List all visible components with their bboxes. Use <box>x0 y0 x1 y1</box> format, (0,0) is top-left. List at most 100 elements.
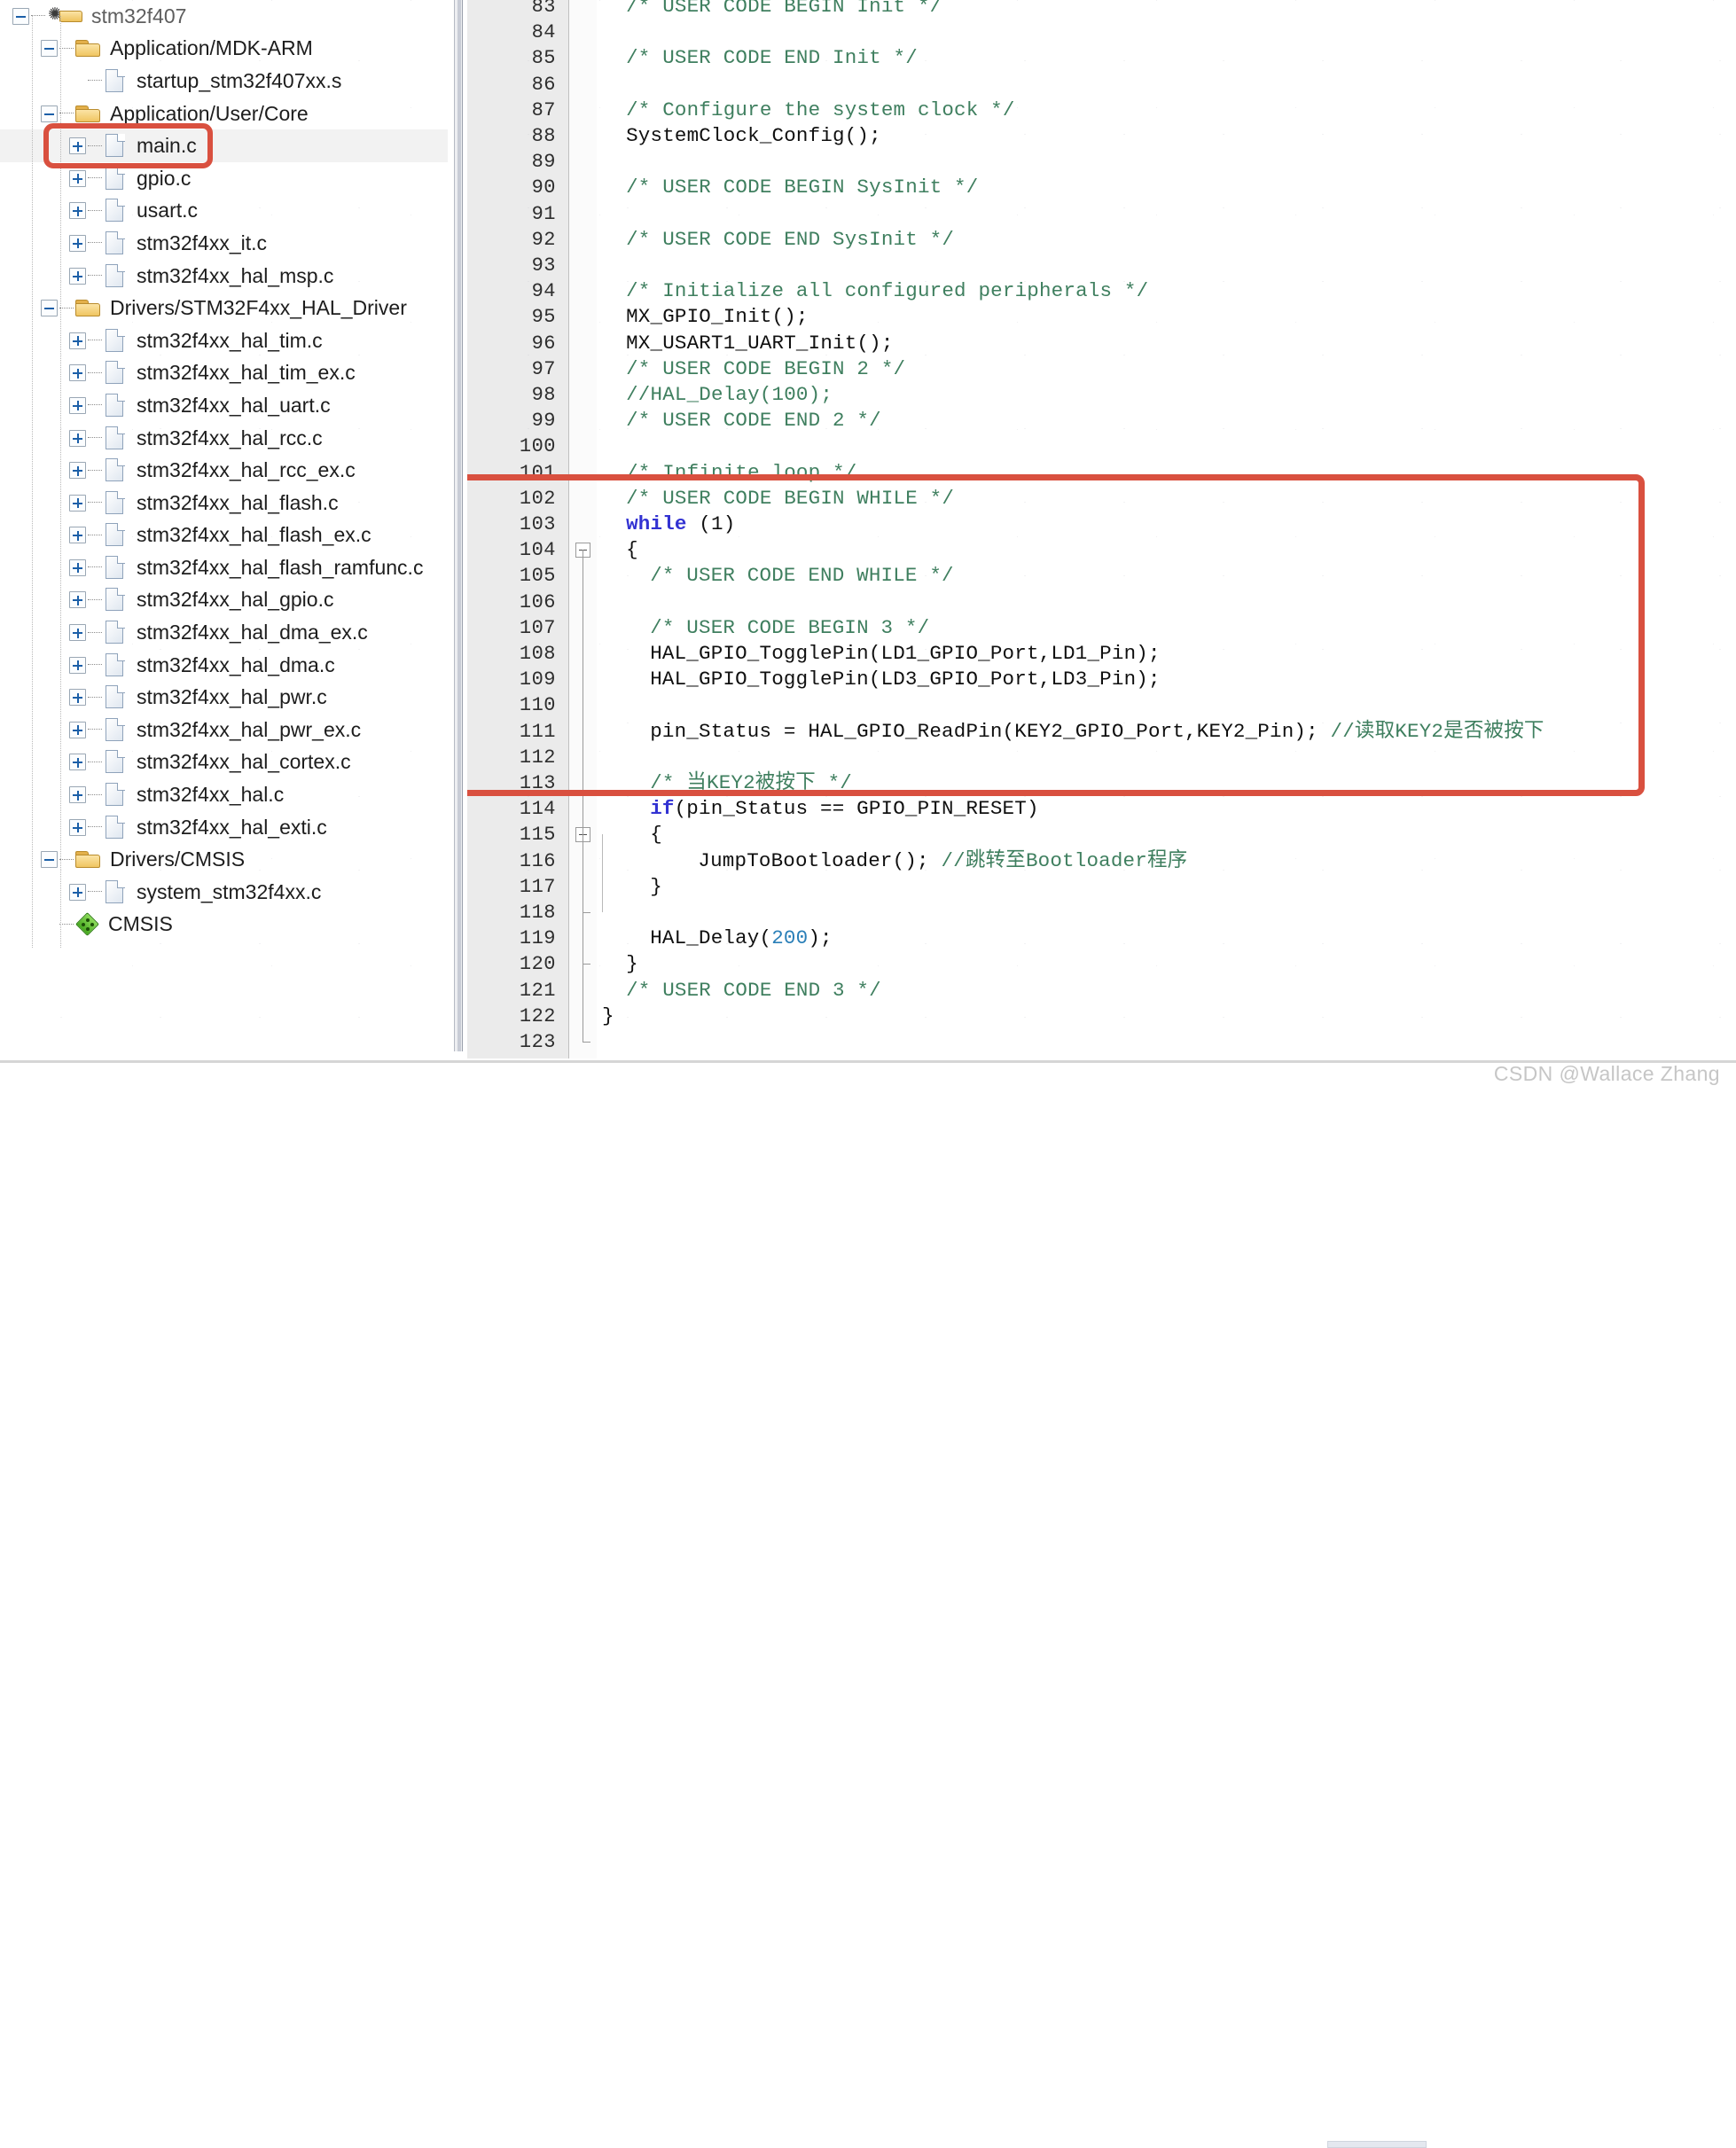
code-line-96[interactable]: 96MX_USART1_UART_Init(); <box>467 331 1736 356</box>
expand-icon[interactable] <box>69 202 86 219</box>
expand-icon[interactable] <box>69 332 86 349</box>
tree-item-stm32f4xx-hal-rcc-c[interactable]: stm32f4xx_hal_rcc.c <box>0 422 448 455</box>
code-line-83[interactable]: 83/* USER CODE BEGIN Init */ <box>467 0 1736 20</box>
tree-item-stm32f4xx-hal-rcc-ex-c[interactable]: stm32f4xx_hal_rcc_ex.c <box>0 454 448 487</box>
code-line-107[interactable]: 107/* USER CODE BEGIN 3 */ <box>467 615 1736 641</box>
expand-icon[interactable] <box>69 689 86 706</box>
code-line-91[interactable]: 91 <box>467 201 1736 227</box>
project-explorer-panel[interactable]: ✺stm32f407Application/MDK-ARMstartup_stm… <box>0 0 448 1058</box>
expand-icon[interactable] <box>69 722 86 738</box>
expand-icon[interactable] <box>69 495 86 512</box>
tree-item-application-user-core[interactable]: Application/User/Core <box>0 98 448 130</box>
code-line-110[interactable]: 110 <box>467 692 1736 718</box>
code-line-120[interactable]: 120} <box>467 951 1736 977</box>
code-line-101[interactable]: 101/* Infinite loop */ <box>467 460 1736 486</box>
code-line-88[interactable]: 88SystemClock_Config(); <box>467 123 1736 149</box>
tree-item-usart-c[interactable]: usart.c <box>0 195 448 228</box>
expand-icon[interactable] <box>69 268 86 285</box>
expand-icon[interactable] <box>69 397 86 414</box>
tree-item-stm32f407[interactable]: ✺stm32f407 <box>0 0 448 33</box>
code-line-98[interactable]: 98//HAL_Delay(100); <box>467 382 1736 408</box>
code-editor-panel[interactable]: 83/* USER CODE BEGIN Init */8485/* USER … <box>467 0 1736 1058</box>
code-line-92[interactable]: 92/* USER CODE END SysInit */ <box>467 227 1736 253</box>
expand-icon[interactable] <box>69 754 86 770</box>
code-line-123[interactable]: 123 <box>467 1029 1736 1055</box>
tree-item-stm32f4xx-hal-flash-c[interactable]: stm32f4xx_hal_flash.c <box>0 487 448 519</box>
expand-icon[interactable] <box>69 527 86 543</box>
tree-item-cmsis[interactable]: CMSIS <box>0 909 448 941</box>
collapse-icon[interactable] <box>41 105 58 122</box>
collapse-icon[interactable] <box>41 851 58 868</box>
code-line-93[interactable]: 93 <box>467 253 1736 278</box>
tree-item-gpio-c[interactable]: gpio.c <box>0 162 448 195</box>
code-line-90[interactable]: 90/* USER CODE BEGIN SysInit */ <box>467 175 1736 200</box>
code-line-89[interactable]: 89 <box>467 149 1736 175</box>
code-line-118[interactable]: 118 <box>467 900 1736 926</box>
code-line-114[interactable]: 114if(pin_Status == GPIO_PIN_RESET) <box>467 796 1736 822</box>
code-line-106[interactable]: 106 <box>467 590 1736 615</box>
code-line-117[interactable]: 117} <box>467 874 1736 900</box>
code-line-116[interactable]: 116JumpToBootloader(); //跳转至Bootloader程序 <box>467 848 1736 874</box>
tree-item-stm32f4xx-hal-tim-ex-c[interactable]: stm32f4xx_hal_tim_ex.c <box>0 357 448 390</box>
expand-icon[interactable] <box>69 657 86 674</box>
expand-icon[interactable] <box>69 462 86 479</box>
collapse-icon[interactable] <box>41 300 58 316</box>
tree-item-stm32f4xx-hal-c[interactable]: stm32f4xx_hal.c <box>0 778 448 811</box>
expand-icon[interactable] <box>69 137 86 154</box>
tree-item-stm32f4xx-hal-flash-ex-c[interactable]: stm32f4xx_hal_flash_ex.c <box>0 519 448 552</box>
tree-item-startup-stm32f407xx-s[interactable]: startup_stm32f407xx.s <box>0 65 448 98</box>
tree-item-stm32f4xx-hal-dma-c[interactable]: stm32f4xx_hal_dma.c <box>0 649 448 682</box>
expand-icon[interactable] <box>69 559 86 576</box>
code-line-122[interactable]: 122} <box>467 1004 1736 1029</box>
code-line-84[interactable]: 84 <box>467 20 1736 45</box>
code-line-86[interactable]: 86 <box>467 72 1736 98</box>
panel-splitter-sash[interactable] <box>448 0 467 1058</box>
expand-icon[interactable] <box>69 786 86 803</box>
code-line-87[interactable]: 87/* Configure the system clock */ <box>467 98 1736 123</box>
tree-item-stm32f4xx-it-c[interactable]: stm32f4xx_it.c <box>0 227 448 260</box>
code-line-85[interactable]: 85/* USER CODE END Init */ <box>467 45 1736 71</box>
expand-icon[interactable] <box>69 430 86 447</box>
tree-item-stm32f4xx-hal-exti-c[interactable]: stm32f4xx_hal_exti.c <box>0 811 448 844</box>
tree-item-stm32f4xx-hal-tim-c[interactable]: stm32f4xx_hal_tim.c <box>0 324 448 357</box>
code-line-100[interactable]: 100 <box>467 434 1736 459</box>
tree-item-main-c[interactable]: main.c <box>0 129 448 162</box>
expand-icon[interactable] <box>69 364 86 381</box>
collapse-icon[interactable] <box>12 8 29 25</box>
code-line-97[interactable]: 97/* USER CODE BEGIN 2 */ <box>467 356 1736 382</box>
code-line-94[interactable]: 94/* Initialize all configured periphera… <box>467 278 1736 304</box>
project-tree[interactable]: ✺stm32f407Application/MDK-ARMstartup_stm… <box>0 0 448 941</box>
tree-item-stm32f4xx-hal-gpio-c[interactable]: stm32f4xx_hal_gpio.c <box>0 584 448 617</box>
expand-icon[interactable] <box>69 235 86 252</box>
code-line-115[interactable]: 115{ <box>467 822 1736 847</box>
code-line-99[interactable]: 99/* USER CODE END 2 */ <box>467 408 1736 434</box>
tree-item-stm32f4xx-hal-pwr-ex-c[interactable]: stm32f4xx_hal_pwr_ex.c <box>0 714 448 746</box>
tree-item-stm32f4xx-hal-msp-c[interactable]: stm32f4xx_hal_msp.c <box>0 260 448 293</box>
code-line-111[interactable]: 111pin_Status = HAL_GPIO_ReadPin(KEY2_GP… <box>467 719 1736 745</box>
code-line-112[interactable]: 112 <box>467 745 1736 770</box>
code-line-109[interactable]: 109HAL_GPIO_TogglePin(LD3_GPIO_Port,LD3_… <box>467 667 1736 692</box>
horizontal-scrollbar[interactable] <box>1327 2141 1427 2148</box>
code-line-104[interactable]: 104{ <box>467 537 1736 563</box>
tree-item-stm32f4xx-hal-uart-c[interactable]: stm32f4xx_hal_uart.c <box>0 389 448 422</box>
code-line-119[interactable]: 119HAL_Delay(200); <box>467 926 1736 951</box>
expand-icon[interactable] <box>69 884 86 901</box>
code-line-105[interactable]: 105/* USER CODE END WHILE */ <box>467 563 1736 589</box>
code-line-102[interactable]: 102/* USER CODE BEGIN WHILE */ <box>467 486 1736 512</box>
tree-item-stm32f4xx-hal-dma-ex-c[interactable]: stm32f4xx_hal_dma_ex.c <box>0 616 448 649</box>
expand-icon[interactable] <box>69 624 86 641</box>
tree-item-system-stm32f4xx-c[interactable]: system_stm32f4xx.c <box>0 876 448 909</box>
code-line-108[interactable]: 108HAL_GPIO_TogglePin(LD1_GPIO_Port,LD1_… <box>467 641 1736 667</box>
code-line-113[interactable]: 113/* 当KEY2被按下 */ <box>467 770 1736 796</box>
code-line-95[interactable]: 95MX_GPIO_Init(); <box>467 304 1736 330</box>
expand-icon[interactable] <box>69 819 86 836</box>
code-line-103[interactable]: 103while (1) <box>467 512 1736 537</box>
tree-item-drivers-stm32f4xx-hal-driver[interactable]: Drivers/STM32F4xx_HAL_Driver <box>0 292 448 324</box>
collapse-icon[interactable] <box>41 40 58 57</box>
code-line-121[interactable]: 121/* USER CODE END 3 */ <box>467 978 1736 1004</box>
expand-icon[interactable] <box>69 591 86 608</box>
tree-item-stm32f4xx-hal-cortex-c[interactable]: stm32f4xx_hal_cortex.c <box>0 746 448 779</box>
tree-item-stm32f4xx-hal-flash-ramfunc-c[interactable]: stm32f4xx_hal_flash_ramfunc.c <box>0 551 448 584</box>
tree-item-drivers-cmsis[interactable]: Drivers/CMSIS <box>0 843 448 876</box>
expand-icon[interactable] <box>69 170 86 187</box>
